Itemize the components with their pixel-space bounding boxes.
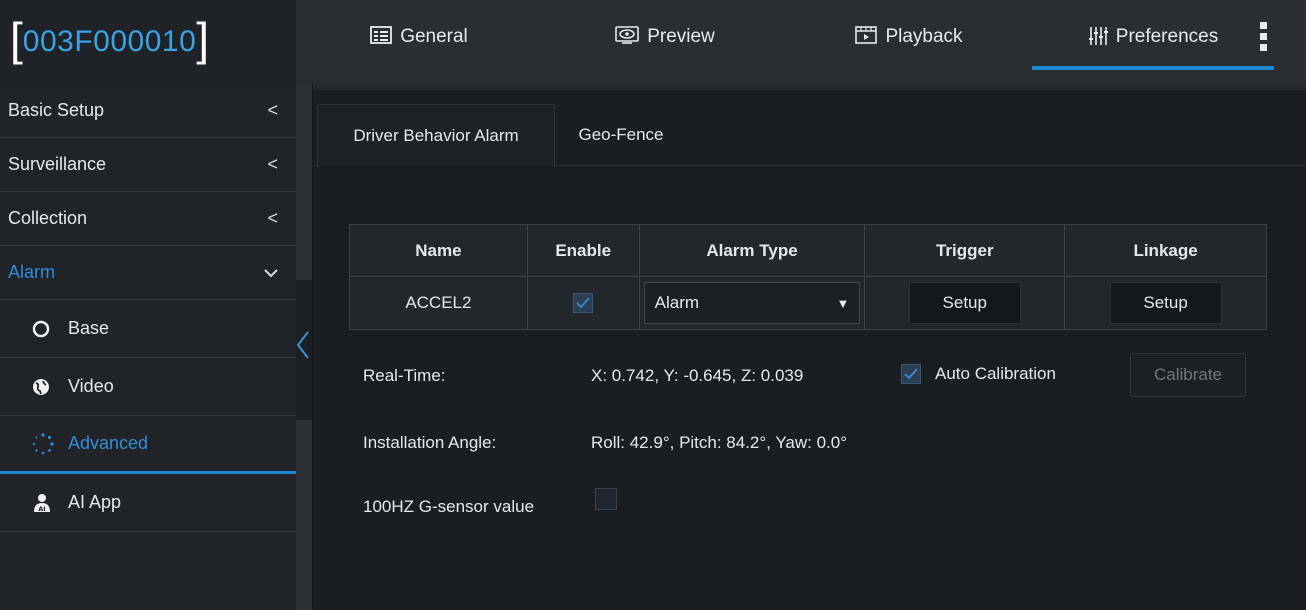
tab-label: Geo-Fence [578, 125, 664, 144]
column-header-enable: Enable [526, 224, 640, 277]
sidebar-item-label: Alarm [8, 262, 56, 282]
table-header-row: Name Enable Alarm Type Trigger Linkage [349, 224, 1267, 277]
playback-icon [855, 26, 878, 44]
column-header-linkage: Linkage [1064, 224, 1267, 277]
sidebar: Basic Setup < Surveillance < Collection … [0, 84, 296, 610]
sidebar-subitem-base[interactable]: Base [0, 300, 296, 358]
sliders-icon [1088, 26, 1108, 46]
gsensor-checkbox-wrap [595, 488, 617, 510]
alarm-table: Name Enable Alarm Type Trigger Linkage A… [349, 224, 1267, 330]
trigger-setup-button[interactable]: Setup [908, 282, 1021, 324]
sidebar-subitem-label: AI App [68, 492, 122, 512]
content-panel: Driver Behavior Alarm Geo-Fence Name Ena… [312, 84, 1306, 610]
sidebar-item-label: Collection [8, 208, 88, 228]
linkage-setup-button[interactable]: Setup [1109, 282, 1222, 324]
cell-alarm-type: Alarm ▼ [638, 276, 866, 330]
gsensor-label: 100HZ G-sensor value [363, 497, 535, 516]
svg-text:AI: AI [38, 505, 45, 513]
device-id-bracket-open: [ [10, 13, 23, 65]
tab-playback-label: Playback [885, 26, 963, 47]
ai-person-icon: AI [32, 493, 58, 513]
column-header-alarm-type: Alarm Type [638, 224, 866, 277]
sidebar-item-basic-setup[interactable]: Basic Setup < [0, 84, 296, 138]
globe-icon [32, 378, 58, 396]
content-top-divider [313, 84, 1306, 90]
collapse-sidebar-icon[interactable] [296, 330, 310, 364]
device-id-label: 003F000010 [22, 25, 197, 58]
main-tabs: General Preview Playback Preferences [296, 0, 1306, 84]
tab-preferences[interactable]: Preferences [1030, 0, 1276, 84]
sidebar-subitem-ai-app[interactable]: AI AI App [0, 474, 296, 532]
gsensor-checkbox[interactable] [595, 488, 617, 510]
tab-general[interactable]: General [296, 0, 542, 84]
installation-angle-value: Roll: 42.9°, Pitch: 84.2°, Yaw: 0.0° [591, 433, 848, 452]
alarm-type-value: Alarm [654, 293, 700, 312]
alarm-type-dropdown[interactable]: Alarm ▼ [643, 282, 861, 324]
cell-trigger: Setup [864, 276, 1066, 330]
auto-calibration-checkbox[interactable] [901, 364, 921, 384]
sidebar-subitem-label: Base [68, 318, 110, 338]
sidebar-item-surveillance[interactable]: Surveillance < [0, 138, 296, 192]
eye-icon [615, 26, 640, 44]
sidebar-subitem-label: Video [68, 376, 114, 396]
sidebar-item-alarm[interactable]: Alarm [0, 246, 296, 300]
tab-driver-behavior-alarm[interactable]: Driver Behavior Alarm [317, 104, 555, 167]
top-bar: [ 003F000010 ] General Preview Playback [0, 0, 1306, 84]
table-row: ACCEL2 Alarm ▼ Setup Setup [349, 276, 1267, 330]
sidebar-item-label: Basic Setup [8, 100, 105, 120]
enable-checkbox[interactable] [573, 293, 594, 314]
tab-preview-label: Preview [647, 26, 715, 47]
circle-icon [32, 320, 58, 338]
sidebar-subitem-advanced[interactable]: Advanced [0, 416, 296, 474]
sidebar-subitem-video[interactable]: Video [0, 358, 296, 416]
sidebar-item-label: Surveillance [8, 154, 107, 174]
cell-name: ACCEL2 [349, 276, 528, 330]
tab-preferences-label: Preferences [1115, 26, 1219, 47]
calibrate-button[interactable]: Calibrate [1130, 353, 1246, 397]
column-header-name: Name [349, 224, 528, 277]
column-header-trigger: Trigger [864, 224, 1066, 277]
more-menu-icon[interactable] [1260, 22, 1268, 51]
tab-playback[interactable]: Playback [788, 0, 1030, 84]
realtime-value: X: 0.742, Y: -0.645, Z: 0.039 [591, 366, 804, 385]
sidebar-subitem-label: Advanced [68, 433, 149, 453]
chevron-down-icon [264, 262, 278, 283]
sub-tabs: Driver Behavior Alarm Geo-Fence [313, 104, 1306, 167]
installation-angle-label: Installation Angle: [363, 433, 497, 452]
device-id-box: [ 003F000010 ] [0, 0, 296, 84]
auto-calibration-label: Auto Calibration [935, 364, 1056, 383]
device-id-bracket-close: ] [196, 13, 210, 65]
chevron-left-icon: < [267, 208, 278, 228]
list-icon [370, 26, 393, 44]
chevron-left-icon: < [267, 100, 278, 120]
cell-enable [526, 276, 640, 330]
tab-preview[interactable]: Preview [542, 0, 788, 84]
tab-label: Driver Behavior Alarm [353, 126, 519, 145]
auto-calibration-toggle[interactable]: Auto Calibration [901, 364, 1056, 384]
cell-linkage: Setup [1064, 276, 1267, 330]
tab-general-label: General [400, 26, 468, 47]
sidebar-item-collection[interactable]: Collection < [0, 192, 296, 246]
realtime-label: Real-Time: [363, 366, 446, 385]
dotted-circle-icon [32, 432, 58, 455]
tab-geo-fence[interactable]: Geo-Fence [555, 104, 687, 166]
chevron-left-icon: < [267, 154, 278, 174]
dropdown-arrow-icon: ▼ [836, 295, 850, 311]
